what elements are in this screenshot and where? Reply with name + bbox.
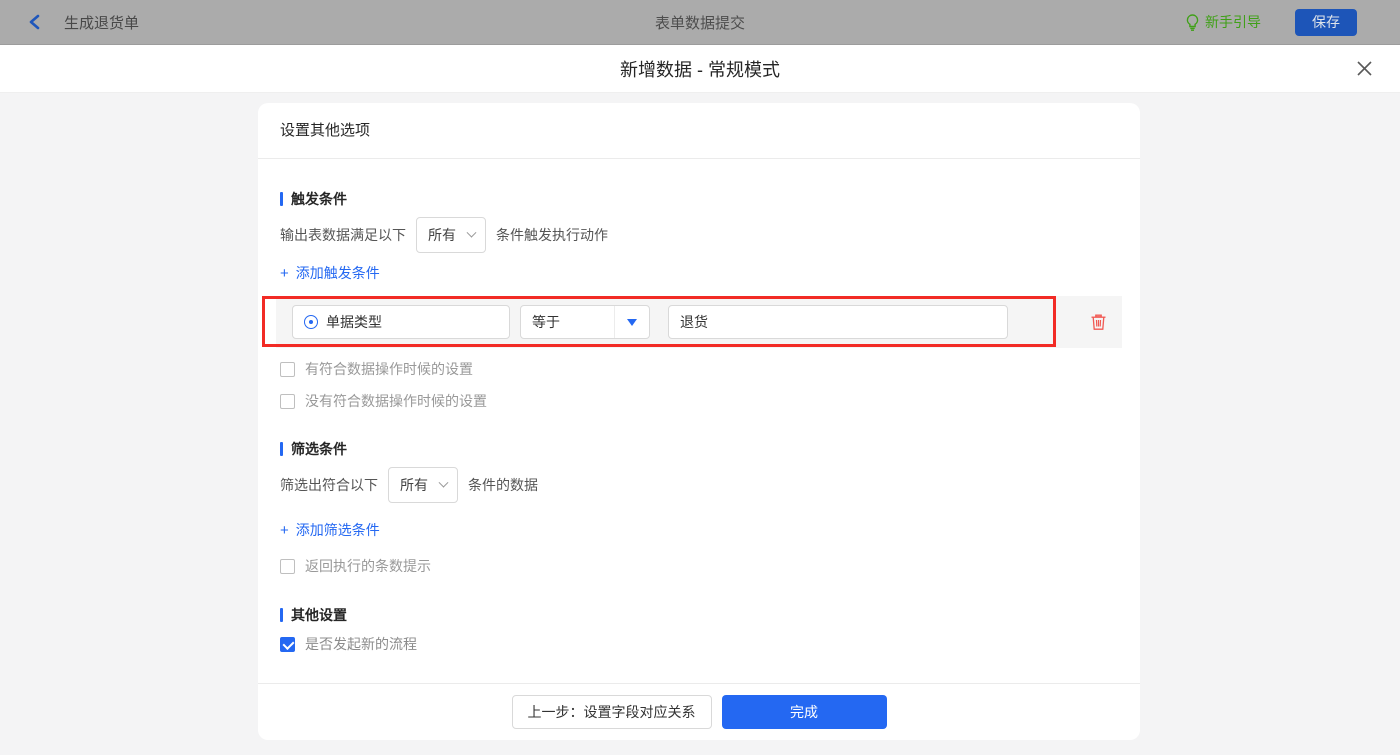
checkbox-new-flow-label: 是否发起新的流程: [305, 636, 417, 652]
filter-heading-label: 筛选条件: [291, 441, 347, 457]
trigger-match-select[interactable]: 所有: [416, 217, 486, 253]
filter-sentence-suffix: 条件的数据: [468, 477, 538, 493]
checkbox-checked-icon: [280, 636, 295, 652]
section-bar: [280, 192, 283, 206]
condition-field-value: 单据类型: [326, 314, 382, 330]
settings-card: 设置其他选项 触发条件 输出表数据满足以下 所有 条件触发执行动作 + 添加触发…: [258, 103, 1140, 740]
filter-section-heading: 筛选条件: [280, 439, 1118, 459]
checkbox-count-tip-label: 返回执行的条数提示: [305, 558, 431, 574]
card-content: 触发条件 输出表数据满足以下 所有 条件触发执行动作 + 添加触发条件 单据类型…: [258, 159, 1140, 683]
filter-sentence-prefix: 筛选出符合以下: [280, 477, 378, 493]
other-section-heading: 其他设置: [280, 605, 1118, 625]
plus-icon: +: [280, 264, 289, 282]
checkbox-has-match-label: 有符合数据操作时候的设置: [305, 361, 473, 377]
top-bar: 生成退货单 表单数据提交 新手引导 保存: [0, 0, 1400, 46]
checkbox-row-has-match[interactable]: 有符合数据操作时候的设置: [280, 357, 473, 381]
back-button[interactable]: [28, 14, 41, 30]
page-title: 表单数据提交: [654, 14, 746, 32]
trigger-match-select-value: 所有: [428, 227, 456, 243]
condition-value-input[interactable]: 退货: [668, 305, 1008, 339]
topbar-actions: 新手引导 保存: [1186, 8, 1357, 36]
checkbox-unchecked-icon: [280, 361, 295, 377]
chevron-down-icon: [438, 477, 449, 488]
checkbox-unchecked-icon: [280, 393, 295, 409]
trigger-section-heading: 触发条件: [280, 189, 1118, 209]
modal-header: 新增数据 - 常规模式: [0, 45, 1400, 93]
trash-icon: [1091, 314, 1106, 330]
close-icon[interactable]: [1354, 59, 1374, 79]
back-page-title[interactable]: 生成退货单: [61, 12, 144, 46]
trigger-condition-row: 单据类型 等于 退货: [262, 296, 1122, 348]
condition-value-text: 退货: [680, 314, 708, 330]
card-header-title: 设置其他选项: [258, 103, 1140, 159]
other-heading-label: 其他设置: [291, 607, 347, 623]
trigger-heading-label: 触发条件: [291, 191, 347, 207]
section-bar: [280, 608, 283, 622]
trigger-sentence-suffix: 条件触发执行动作: [496, 227, 608, 243]
section-bar: [280, 442, 283, 456]
operator-arrow-zone: [614, 306, 649, 338]
modal-title: 新增数据 - 常规模式: [620, 59, 780, 80]
add-filter-condition-link[interactable]: + 添加筛选条件: [280, 520, 380, 540]
card-footer: 上一步：设置字段对应关系 完成: [258, 683, 1140, 740]
save-button[interactable]: 保存: [1295, 8, 1357, 36]
add-trigger-condition-label: 添加触发条件: [295, 265, 380, 281]
chevron-down-icon: [466, 227, 477, 238]
filter-condition-sentence: 筛选出符合以下 所有 条件的数据: [280, 467, 1118, 503]
back-chevron-icon: [28, 14, 41, 30]
dropdown-triangle-icon: [627, 318, 637, 326]
done-button[interactable]: 完成: [721, 695, 887, 729]
filter-match-select[interactable]: 所有: [388, 467, 458, 503]
plus-icon: +: [280, 521, 289, 539]
trigger-condition-sentence: 输出表数据满足以下 所有 条件触发执行动作: [280, 217, 1118, 253]
filter-match-select-value: 所有: [400, 477, 428, 493]
checkbox-row-new-flow[interactable]: 是否发起新的流程: [280, 632, 417, 656]
prev-step-button[interactable]: 上一步：设置字段对应关系: [511, 695, 712, 729]
add-trigger-condition-link[interactable]: + 添加触发条件: [280, 263, 380, 283]
checkbox-row-count-tip[interactable]: 返回执行的条数提示: [280, 554, 431, 578]
condition-operator-value: 等于: [532, 314, 560, 330]
trigger-sentence-prefix: 输出表数据满足以下: [280, 227, 406, 243]
add-filter-condition-label: 添加筛选条件: [295, 522, 380, 538]
checkbox-unchecked-icon: [280, 558, 295, 574]
checkbox-row-no-match[interactable]: 没有符合数据操作时候的设置: [280, 389, 487, 413]
delete-condition-button[interactable]: [1090, 313, 1107, 331]
condition-operator-select[interactable]: 等于: [520, 305, 650, 339]
lightbulb-icon: [1186, 13, 1199, 31]
checkbox-no-match-label: 没有符合数据操作时候的设置: [305, 393, 487, 409]
beginner-guide-link[interactable]: 新手引导: [1186, 12, 1261, 32]
radio-field-icon: [304, 315, 318, 329]
beginner-guide-label: 新手引导: [1205, 14, 1261, 30]
condition-field-input[interactable]: 单据类型: [292, 305, 510, 339]
